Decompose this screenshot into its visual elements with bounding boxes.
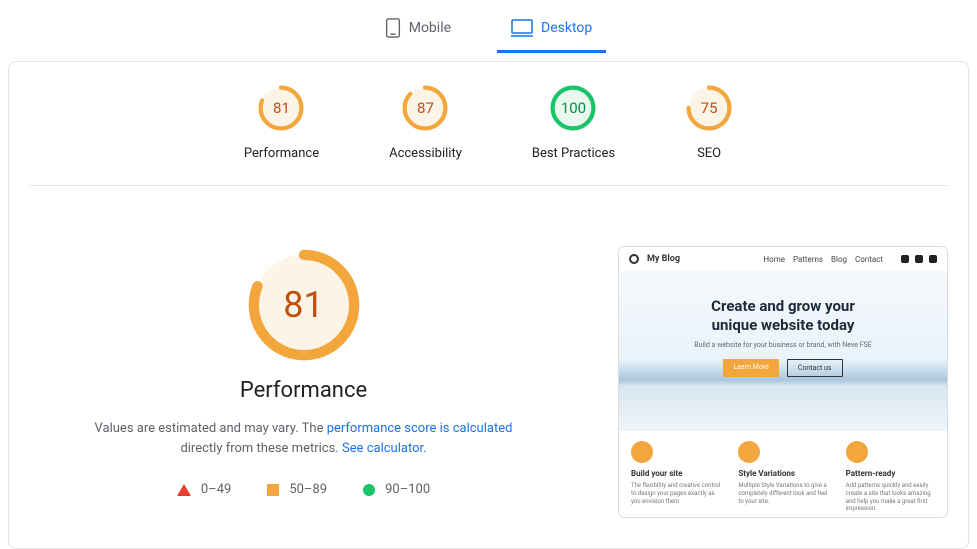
desktop-icon — [511, 19, 533, 37]
gauge-icon: 87 — [401, 84, 449, 132]
preview-card-title: Build your site — [631, 469, 720, 478]
mobile-icon — [385, 18, 401, 38]
see-calculator-link[interactable]: See calculator. — [342, 441, 427, 456]
gauge-label: Performance — [244, 146, 319, 161]
gauge-value: 100 — [549, 84, 597, 132]
gauge-label: SEO — [697, 146, 721, 161]
gauge-item[interactable]: 81 Performance — [244, 84, 319, 161]
gauge-value: 81 — [245, 246, 363, 364]
social-icon — [901, 255, 909, 263]
preview-card-icon — [846, 441, 868, 463]
preview-primary-button: Learn More — [723, 359, 778, 377]
preview-nav: Home Patterns Blog Contact — [763, 255, 883, 264]
circle-icon — [363, 484, 375, 496]
gauge-value: 81 — [257, 84, 305, 132]
performance-column: 81 Performance Values are estimated and … — [29, 246, 578, 518]
social-icon — [915, 255, 923, 263]
preview-hero-buttons: Learn More Contact us — [619, 359, 947, 377]
gauge-icon: 100 — [549, 84, 597, 132]
gauge-item[interactable]: 100 Best Practices — [532, 84, 615, 161]
gauge-row: 81 Performance 87 Accessibility 100 Best Prac… — [29, 84, 948, 185]
gauge-value: 75 — [685, 84, 733, 132]
gauge-value: 87 — [401, 84, 449, 132]
preview-card-icon — [631, 441, 653, 463]
gauge-icon: 75 — [685, 84, 733, 132]
device-tabs: Mobile Desktop — [0, 0, 977, 53]
score-legend: 0–49 50–89 90–100 — [177, 482, 430, 497]
tab-mobile[interactable]: Mobile — [371, 10, 465, 53]
triangle-icon — [177, 484, 191, 496]
preview-logo-icon — [629, 254, 639, 264]
gauge-label: Best Practices — [532, 146, 615, 161]
gauge-label: Accessibility — [389, 146, 462, 161]
gauge-icon: 81 — [257, 84, 305, 132]
preview-hero: Create and grow your unique website toda… — [619, 271, 947, 431]
preview-card: Pattern-ready Add patterns quickly and ea… — [846, 441, 935, 513]
report-card: 81 Performance 87 Accessibility 100 Best Prac… — [8, 61, 969, 549]
preview-card-desc: Multiple Style Variations to give a comp… — [738, 482, 827, 505]
preview-hero-title: Create and grow your unique website toda… — [619, 297, 947, 335]
legend-bad: 0–49 — [177, 482, 231, 497]
preview-hero-subtitle: Build a website for your business or bra… — [619, 341, 947, 349]
preview-card-desc: Add patterns quickly and easily create a… — [846, 482, 935, 513]
gauge-item[interactable]: 87 Accessibility — [389, 84, 462, 161]
gauge-item[interactable]: 75 SEO — [685, 84, 733, 161]
preview-card-title: Pattern-ready — [846, 469, 935, 478]
preview-nav-item: Blog — [831, 255, 847, 264]
performance-title: Performance — [240, 378, 367, 403]
performance-gauge-large: 81 — [245, 246, 363, 364]
preview-outline-button: Contact us — [787, 359, 843, 377]
preview-header: My Blog Home Patterns Blog Contact — [619, 247, 947, 271]
legend-mid: 50–89 — [267, 482, 327, 497]
screenshot-column: My Blog Home Patterns Blog Contact Create a… — [618, 246, 948, 518]
tab-desktop[interactable]: Desktop — [497, 10, 606, 53]
square-icon — [267, 484, 279, 496]
legend-good: 90–100 — [363, 482, 430, 497]
preview-site-title: My Blog — [647, 254, 755, 264]
preview-card-title: Style Variations — [738, 469, 827, 478]
preview-card: Build your site The flexibility and creat… — [631, 441, 720, 513]
social-icon — [929, 255, 937, 263]
details-section: 81 Performance Values are estimated and … — [29, 186, 948, 518]
preview-nav-item: Patterns — [793, 255, 823, 264]
preview-cards: Build your site The flexibility and creat… — [619, 431, 947, 517]
preview-social-icons — [901, 255, 937, 263]
tab-label: Desktop — [541, 20, 592, 36]
preview-card-icon — [738, 441, 760, 463]
tab-label: Mobile — [409, 20, 451, 36]
preview-card: Style Variations Multiple Style Variation… — [738, 441, 827, 513]
preview-card-desc: The flexibility and creative control to … — [631, 482, 720, 505]
performance-description: Values are estimated and may vary. The p… — [94, 419, 514, 458]
preview-nav-item: Home — [763, 255, 785, 264]
preview-nav-item: Contact — [855, 255, 883, 264]
site-preview: My Blog Home Patterns Blog Contact Create a… — [618, 246, 948, 518]
score-calc-link[interactable]: performance score is calculated — [327, 421, 513, 436]
